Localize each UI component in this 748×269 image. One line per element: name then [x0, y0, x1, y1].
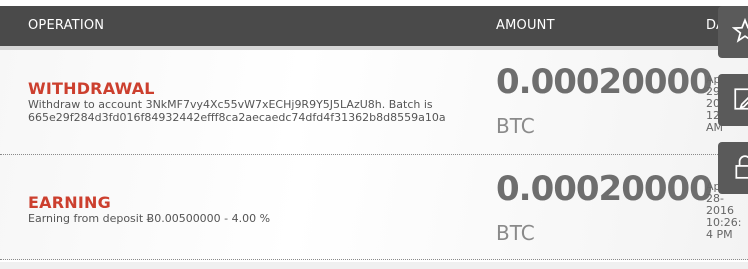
- operation-type: EARNING: [28, 193, 111, 212]
- lock-button[interactable]: [718, 142, 748, 194]
- table-row: EARNING Earning from deposit Ƀ0.00500000…: [0, 155, 748, 260]
- table-row: WITHDRAWAL Withdraw to account 3NkMF7vy4…: [0, 50, 748, 155]
- operation-description-line: Withdraw to account 3NkMF7vy4Xc55vW7xECH…: [28, 98, 433, 111]
- star-icon: [732, 18, 748, 43]
- operation-description-line: Earning from deposit Ƀ0.00500000 - 4.00 …: [28, 212, 271, 225]
- table-header: OPERATION AMOUNT DATE: [0, 6, 748, 50]
- operation-type: WITHDRAWAL: [28, 79, 155, 98]
- lock-icon: [735, 155, 748, 179]
- table-footer-edge: [0, 262, 748, 269]
- operation-description: Withdraw to account 3NkMF7vy4Xc55vW7xECH…: [28, 98, 468, 124]
- pencil-icon: [734, 88, 748, 110]
- favorite-button[interactable]: [718, 6, 748, 58]
- header-amount: AMOUNT: [496, 18, 555, 33]
- amount-currency: BTC: [496, 221, 535, 245]
- operation-description: Earning from deposit Ƀ0.00500000 - 4.00 …: [28, 212, 468, 225]
- amount-value: 0.00020000: [496, 169, 713, 209]
- edit-button[interactable]: [718, 74, 748, 126]
- header-operation: OPERATION: [28, 18, 105, 33]
- amount-value: 0.00020000: [496, 62, 713, 102]
- amount-currency: BTC: [496, 114, 535, 138]
- operation-description-line: 665e29f284d3fd016f84932442efff8ca2aecaed…: [28, 111, 446, 124]
